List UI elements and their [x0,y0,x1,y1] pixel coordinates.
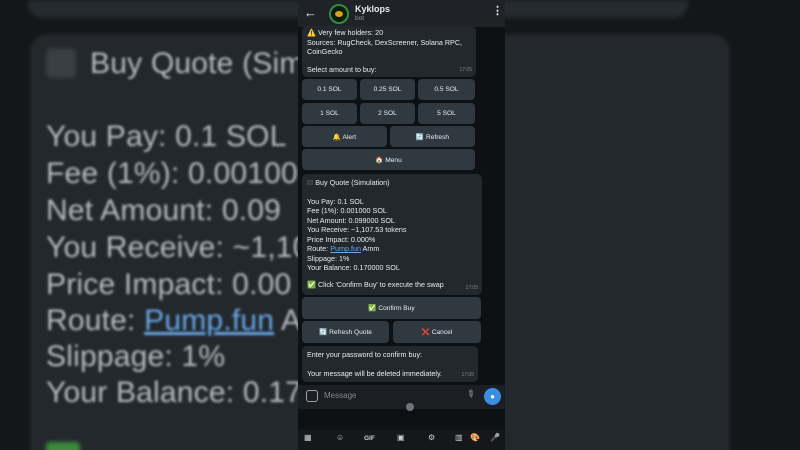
bg-line: Your Balance: 0.170 [46,376,319,409]
holders-warning: ⚠️ Very few holders: 20 [307,28,384,37]
route-tail: Amm [360,244,380,253]
dice-icon: ⚄ [307,178,316,187]
token-info-message: ⚠️ Very few holders: 20 Sources: RugChec… [302,26,476,77]
bg-line: Fee (1%): 0.001000 [46,157,315,190]
amount-button-5-sol[interactable]: 5 SOL [418,103,475,124]
bg-dice-icon [46,48,76,78]
bot-avatar[interactable] [329,4,349,24]
bg-route-line: Route: Pump.fun A [46,304,301,338]
amount-button-0-5-sol[interactable]: 0.5 SOL [418,79,475,100]
quote-net-amount: Net Amount: 0.099000 SOL [307,215,395,225]
emoji-icon[interactable] [306,390,318,402]
apps-grid-icon[interactable]: ▦ [304,433,312,442]
quote-you-receive: You Receive: ~1,107.53 tokens [307,225,407,234]
sticker-icon[interactable]: ☺ [336,433,344,442]
password-prompt-text: Enter your password to confirm buy: [307,350,423,359]
quote-balance: Your Balance: 0.170000 SOL [307,263,400,272]
message-time: 17:05 [461,371,474,378]
amount-button-0-25-sol[interactable]: 0.25 SOL [360,79,415,100]
message-time: 17:05 [465,284,478,291]
clipboard-icon[interactable]: ▣ [397,433,405,442]
cancel-button[interactable]: ❌ Cancel [393,321,481,343]
message-input-bar: Message ✎ ● [298,385,505,409]
message-time: 17:05 [459,66,472,73]
keyboard-mic-icon[interactable]: 🎤 [490,433,500,442]
translate-icon[interactable]: ▥ [455,433,463,442]
microphone-button-icon[interactable]: ● [484,388,501,405]
quote-route: Route: Pump.fun Amm [307,244,477,254]
chat-title[interactable]: Kyklops [355,4,390,14]
back-arrow-icon[interactable]: ← [304,5,317,20]
sources-text: Sources: RugCheck, DexScreener, Solana R… [307,37,463,57]
bg-line: You Receive: ~1,107 [46,231,327,264]
password-prompt-message: Enter your password to confirm buy: Your… [302,346,478,382]
quote-fee: Fee (1%): 0.001000 SOL [307,206,387,215]
amount-button-1-sol[interactable]: 1 SOL [302,103,357,124]
keyboard-toolbar: ▦ ☺ GIF ▣ ⚙ ▥ 🎨 🎤 [298,430,505,450]
quote-price-impact: Price Impact: 0.000% [307,234,376,244]
quote-title-text: Buy Quote (Simulation) [315,178,390,187]
bg-heading: Buy Quote (Sim [90,47,305,80]
chat-header: ← Kyklops bot ⋮ [298,0,505,27]
confirm-hint: ✅ Click 'Confirm Buy' to execute the swa… [307,279,444,289]
amount-button-0-1-sol[interactable]: 0.1 SOL [302,79,357,100]
settings-gear-icon[interactable]: ⚙ [428,433,435,442]
amount-button-2-sol[interactable]: 2 SOL [360,103,415,124]
quote-slippage: Slippage: 1% [307,253,350,263]
phone-screen: ← Kyklops bot ⋮ ⚠️ Very few holders: 20 … [298,0,505,450]
quote-you-pay: You Pay: 0.1 SOL [307,196,364,206]
select-amount-prompt: Select amount to buy: [307,64,377,74]
bg-check-badge [46,442,80,450]
bg-line: Price Impact: 0.00 [46,268,292,301]
alert-button[interactable]: 🔔 Alert [302,126,387,147]
bg-line: Net Amount: 0.09 [46,194,282,227]
attach-paperclip-icon[interactable]: ✎ [463,388,476,402]
route-link[interactable]: Pump.fun [330,244,361,253]
bg-line: You Pay: 0.1 SOL [46,120,287,153]
deletion-notice: Your message will be deleted immediately… [307,368,443,378]
bg-route-link: Pump.fun [144,304,275,337]
bg-route-label: Route: [46,304,145,337]
menu-button[interactable]: 🏠 Menu [302,149,475,170]
chat-subtitle: bot [355,15,365,22]
bg-line: Slippage: 1% [46,340,226,373]
more-menu-icon[interactable]: ⋮ [492,6,503,17]
confirm-buy-button[interactable]: ✅ Confirm Buy [302,297,481,319]
message-input[interactable]: Message [324,391,356,400]
buy-quote-message: ⚄ Buy Quote (Simulation) You Pay: 0.1 SO… [302,174,482,295]
palette-icon[interactable]: 🎨 [470,433,480,442]
quote-title: ⚄ Buy Quote (Simulation) [307,178,477,188]
gif-icon[interactable]: GIF [364,435,375,442]
refresh-button[interactable]: 🔄 Refresh [390,126,475,147]
touch-indicator [406,403,414,411]
route-label: Route: [307,244,331,253]
refresh-quote-button[interactable]: 🔄 Refresh Quote [302,321,389,343]
